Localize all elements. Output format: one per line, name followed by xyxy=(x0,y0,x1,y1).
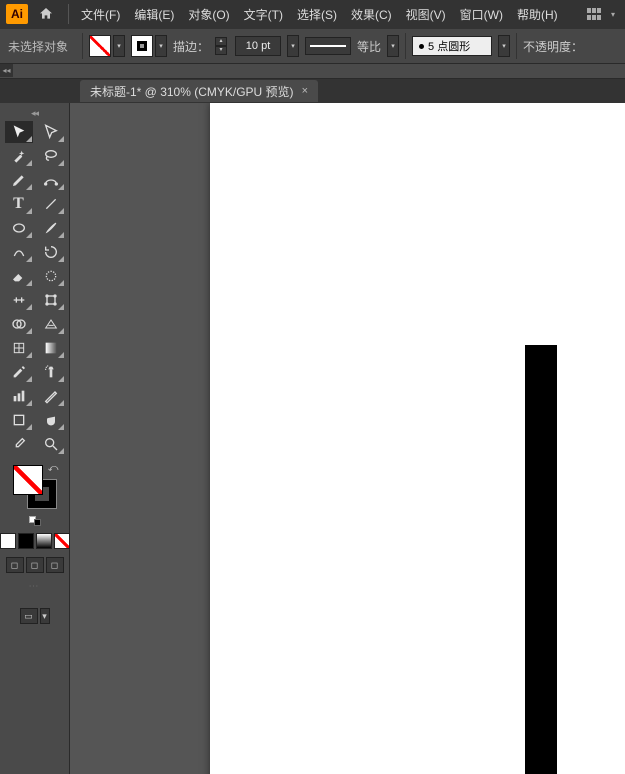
draw-behind-icon[interactable]: ◻ xyxy=(26,557,44,573)
shape-builder-tool[interactable] xyxy=(5,313,33,335)
opacity-label: 不透明度： xyxy=(523,38,583,55)
slice-tool[interactable] xyxy=(37,385,65,407)
brush-profile-select[interactable]: 5 点圆形 xyxy=(412,36,492,56)
artboard-tool[interactable] xyxy=(5,409,33,431)
default-fill-stroke-icon[interactable] xyxy=(29,516,41,526)
free-transform-tool[interactable] xyxy=(37,289,65,311)
stroke-swatch[interactable] xyxy=(131,35,153,57)
perspective-tool[interactable] xyxy=(37,313,65,335)
selection-tool[interactable] xyxy=(5,121,33,143)
width-tool[interactable] xyxy=(5,289,33,311)
separator xyxy=(516,33,517,59)
separator xyxy=(82,33,83,59)
menu-view[interactable]: 视图(V) xyxy=(400,2,452,27)
column-graph-tool[interactable] xyxy=(5,385,33,407)
home-icon[interactable] xyxy=(34,2,58,26)
color-mode-gradient[interactable] xyxy=(36,533,52,549)
color-mode-solid[interactable] xyxy=(0,533,16,549)
stroke-profile-preview[interactable] xyxy=(305,37,351,55)
screen-mode-dropdown-icon[interactable]: ▾ xyxy=(40,608,50,624)
stroke-weight-label: 描边： xyxy=(173,38,209,55)
uniform-dropdown-icon[interactable]: ▾ xyxy=(387,35,399,57)
draw-inside-icon[interactable]: ◻ xyxy=(46,557,64,573)
separator xyxy=(68,4,69,24)
menu-window[interactable]: 窗口(W) xyxy=(454,2,509,27)
type-tool[interactable]: T xyxy=(5,193,33,215)
curvature-tool[interactable] xyxy=(37,169,65,191)
control-bar: 未选择对象 ▾ ▾ 描边： ▴▾ 10 pt ▾ 等比 ▾ 5 点圆形 ▾ 不透… xyxy=(0,28,625,64)
chevron-down-icon[interactable]: ▾ xyxy=(611,10,615,19)
menu-type[interactable]: 文字(T) xyxy=(238,2,289,27)
menu-help[interactable]: 帮助(H) xyxy=(511,2,564,27)
stroke-weight-value: 10 pt xyxy=(246,40,270,52)
tool-grid: T xyxy=(5,121,65,455)
draw-mode-row: ◻ ◻ ◻ xyxy=(6,557,64,573)
menu-object[interactable]: 对象(O) xyxy=(182,2,235,27)
toolbox-collapse-icon[interactable]: ◂◂ xyxy=(23,107,47,119)
menu-bar: Ai 文件(F) 编辑(E) 对象(O) 文字(T) 选择(S) 效果(C) 视… xyxy=(0,0,625,28)
panel-collapse-strip: ◂◂ xyxy=(0,64,625,79)
menu-effect[interactable]: 效果(C) xyxy=(345,2,398,27)
pen-tool[interactable] xyxy=(5,169,33,191)
lasso-tool[interactable] xyxy=(37,145,65,167)
canvas-area[interactable] xyxy=(70,103,625,774)
color-mode-black[interactable] xyxy=(18,533,34,549)
stroke-weight-input[interactable]: 10 pt xyxy=(235,36,281,56)
draw-normal-icon[interactable]: ◻ xyxy=(6,557,24,573)
fill-swatch-none[interactable] xyxy=(89,35,111,57)
selection-status: 未选择对象 xyxy=(8,38,76,55)
brush-profile-value: 5 点圆形 xyxy=(428,38,470,54)
fill-indicator[interactable] xyxy=(13,465,43,495)
brush-dot-icon xyxy=(419,44,424,49)
gradient-tool[interactable] xyxy=(37,337,65,359)
artboard[interactable] xyxy=(210,103,625,774)
mesh-tool[interactable] xyxy=(5,337,33,359)
ellipse-tool[interactable] xyxy=(5,217,33,239)
hand-tool[interactable] xyxy=(37,409,65,431)
main-area: ◂◂ T xyxy=(0,103,625,774)
zoom-tool[interactable] xyxy=(37,433,65,455)
stroke-weight-stepper[interactable]: ▴▾ xyxy=(215,37,227,55)
drawn-rectangle[interactable] xyxy=(525,345,557,774)
eraser-tool[interactable] xyxy=(5,265,33,287)
color-mode-none[interactable] xyxy=(54,533,70,549)
rotate-tool[interactable] xyxy=(37,241,65,263)
symbol-sprayer-tool[interactable] xyxy=(37,361,65,383)
separator xyxy=(405,33,406,59)
swap-fill-stroke-icon[interactable]: ⤺ xyxy=(48,463,59,474)
menu-file[interactable]: 文件(F) xyxy=(75,2,126,27)
screen-mode-icon[interactable]: ▭ xyxy=(20,608,38,624)
shaper-tool[interactable] xyxy=(5,241,33,263)
stroke-control[interactable]: ▾ xyxy=(131,35,167,57)
workspace-switcher-icon[interactable] xyxy=(587,8,603,20)
paintbrush-tool[interactable] xyxy=(37,217,65,239)
close-icon[interactable]: × xyxy=(302,85,308,97)
document-tab[interactable]: 未标题-1* @ 310% (CMYK/GPU 预览) × xyxy=(80,80,318,102)
document-tab-title: 未标题-1* @ 310% (CMYK/GPU 预览) xyxy=(90,83,294,100)
menu-select[interactable]: 选择(S) xyxy=(291,2,343,27)
toolbox-divider: ⋯ xyxy=(29,581,41,592)
document-tab-bar: 未标题-1* @ 310% (CMYK/GPU 预览) × xyxy=(0,79,625,103)
collapse-handle-icon[interactable]: ◂◂ xyxy=(0,64,13,77)
color-mode-row xyxy=(0,533,70,549)
uniform-label: 等比 xyxy=(357,38,381,55)
fill-dropdown-icon[interactable]: ▾ xyxy=(113,35,125,57)
direct-selection-tool[interactable] xyxy=(37,121,65,143)
screen-mode-row: ▭ ▾ xyxy=(20,608,50,624)
app-logo: Ai xyxy=(6,4,28,24)
toolbox: ◂◂ T xyxy=(0,103,70,774)
stroke-weight-dropdown-icon[interactable]: ▾ xyxy=(287,35,299,57)
line-tool[interactable] xyxy=(37,193,65,215)
fill-stroke-indicator[interactable]: ⤺ xyxy=(13,465,57,509)
menu-right-group: ▾ xyxy=(587,8,619,20)
eyedropper-tool[interactable] xyxy=(5,361,33,383)
fill-control[interactable]: ▾ xyxy=(89,35,125,57)
magic-wand-tool[interactable] xyxy=(5,145,33,167)
brush-profile-dropdown-icon[interactable]: ▾ xyxy=(498,35,510,57)
scale-tool[interactable] xyxy=(37,265,65,287)
eyedropper-alt-tool[interactable] xyxy=(5,433,33,455)
menu-edit[interactable]: 编辑(E) xyxy=(128,2,180,27)
stroke-dropdown-icon[interactable]: ▾ xyxy=(155,35,167,57)
